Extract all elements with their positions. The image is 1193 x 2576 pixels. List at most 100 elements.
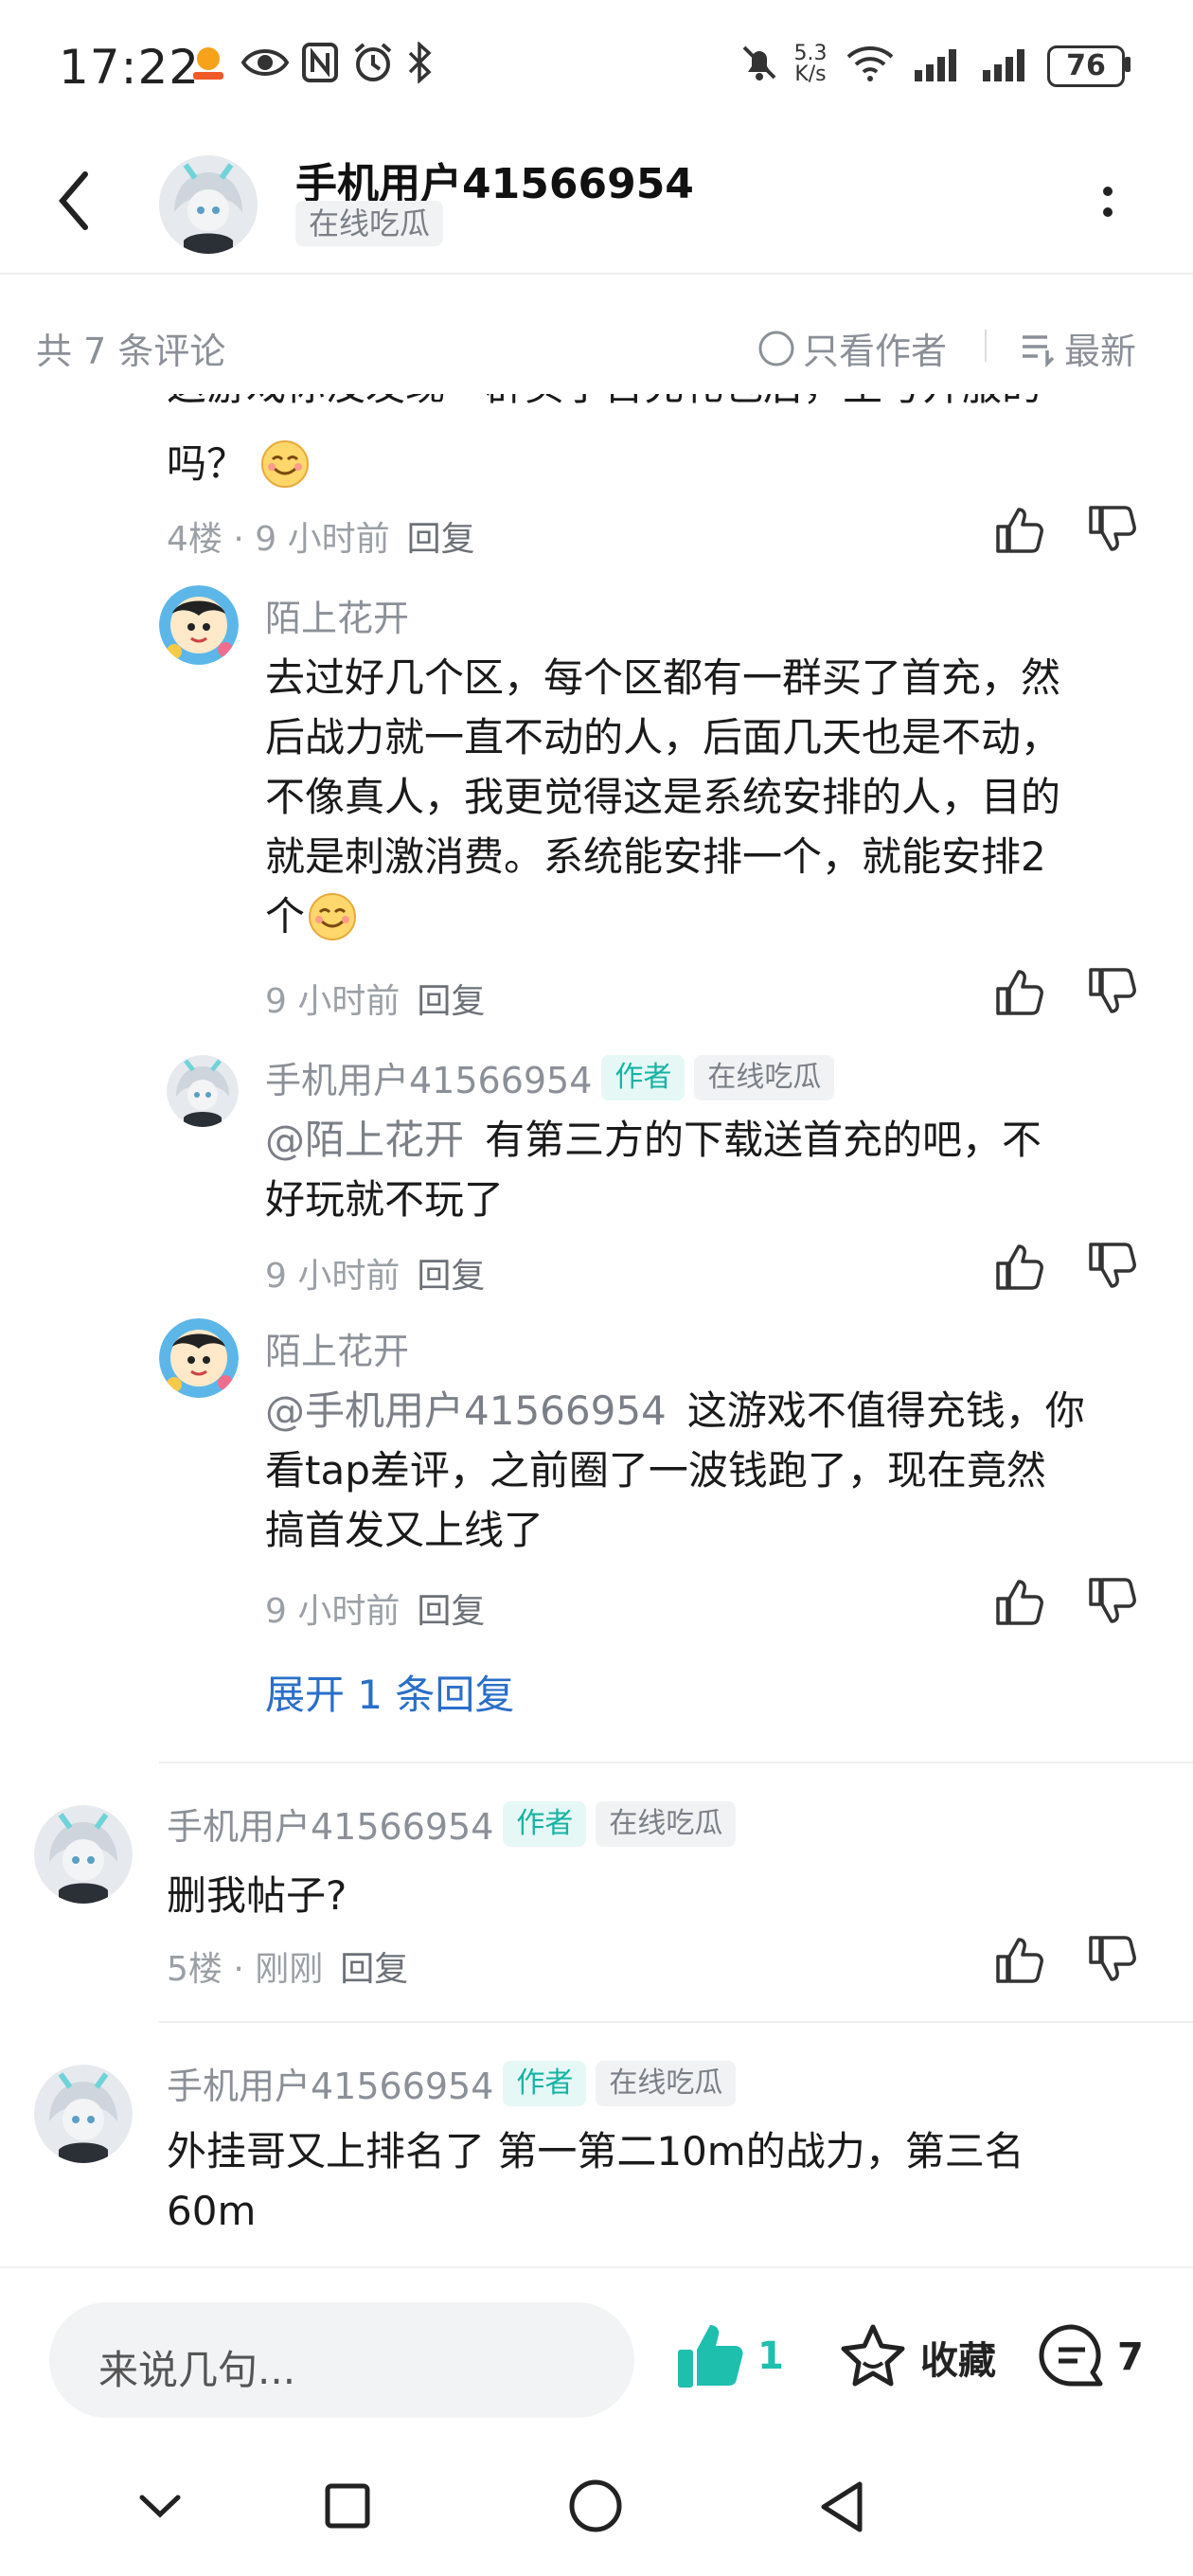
author-badge: 作者 <box>601 1054 686 1100</box>
triangle-back-icon <box>821 2481 863 2532</box>
thumb-up-icon <box>996 970 1043 1015</box>
dislike-button[interactable] <box>1087 504 1138 559</box>
comment-author-row: 手机用户41566954 作者 在线吃瓜 <box>167 2057 737 2109</box>
comment-avatar[interactable] <box>34 1805 133 1904</box>
battery-indicator: 76 <box>1047 45 1125 87</box>
net-speed-unit: K/s <box>794 63 827 86</box>
reply-text-last-line: 个 <box>265 886 1155 946</box>
nav-recents-button[interactable] <box>324 2482 371 2533</box>
nav-home-button[interactable] <box>568 2478 623 2537</box>
like-button[interactable] <box>994 1241 1045 1296</box>
reply-author-name[interactable]: 手机用户41566954 <box>265 1051 592 1103</box>
comment-input-placeholder: 来说几句... <box>98 2347 296 2393</box>
reply-text: 去过好几个区，每个区都有一群买了首充，然 后战力就一直不动的人，后面几天也是不动… <box>265 648 1155 946</box>
reply-text: @手机用户41566954 这游戏不值得充钱，你 看tap差评，之前圈了一波钱跑了… <box>265 1381 1155 1560</box>
like-button[interactable] <box>994 966 1045 1021</box>
back-button[interactable] <box>55 170 93 235</box>
reply-meta: 9 小时前 回复 <box>265 974 485 1023</box>
thumb-down-icon <box>1089 1578 1136 1623</box>
reply-avatar[interactable] <box>159 585 239 665</box>
status-bar: 17:22 5.3 K/s 76 <box>0 0 1193 133</box>
alarm-icon <box>352 42 394 87</box>
thumb-up-icon <box>996 1938 1043 1983</box>
comment-icon <box>1039 2324 1103 2387</box>
dislike-button[interactable] <box>1087 1934 1138 1989</box>
expand-replies-link[interactable]: 展开 1 条回复 <box>265 1663 514 1721</box>
reply-button[interactable]: 回复 <box>340 1950 408 1989</box>
star-icon <box>841 2324 905 2387</box>
comment-text: 删我帖子? <box>167 1872 347 1919</box>
reply-text-line: 看tap差评，之前圈了一波钱跑了，现在竟然 <box>265 1447 1046 1494</box>
reply-button[interactable]: 回复 <box>417 1592 485 1631</box>
thumb-down-icon <box>1089 1936 1136 1981</box>
mute-bell-icon <box>739 42 780 87</box>
bluetooth-icon <box>405 41 434 87</box>
reply-time: 9 小时前 <box>265 982 401 1021</box>
thumb-up-icon <box>996 1244 1043 1290</box>
post-like-button[interactable]: 1 <box>674 2319 784 2393</box>
mention-link[interactable]: @陌上花开 <box>265 1117 464 1163</box>
reply-author-name[interactable]: 陌上花开 <box>265 589 409 641</box>
user-tag: 在线吃瓜 <box>694 1054 835 1100</box>
dislike-button[interactable] <box>1087 966 1138 1021</box>
reply-text-line: 就是刺激消费。系统能安排一个，就能安排2 <box>265 833 1046 880</box>
reply-text-line: 个 <box>265 893 306 939</box>
reply-text-line: 后战力就一直不动的人，后面几天也是不动， <box>265 714 1061 760</box>
comment-6: 手机用户41566954 作者 在线吃瓜 外挂哥又上排名了 第一第二10m的战力… <box>0 2023 1193 2265</box>
dislike-button[interactable] <box>1087 1576 1138 1631</box>
nav-down-button[interactable] <box>138 2492 182 2524</box>
comment-text-line: 吗？ <box>167 440 247 487</box>
author-badge: 作者 <box>503 1800 587 1847</box>
like-button[interactable] <box>994 504 1045 559</box>
signal-icon-2 <box>981 42 1034 87</box>
mention-link[interactable]: @手机用户41566954 <box>265 1387 667 1434</box>
favorite-button[interactable]: 收藏 <box>837 2321 996 2393</box>
sort-icon <box>1023 334 1055 367</box>
reply-button[interactable]: 回复 <box>417 1257 485 1296</box>
back-icon <box>59 171 88 230</box>
only-author-toggle[interactable]: 只看作者 <box>757 322 947 374</box>
comment-time: 刚刚 <box>255 1950 324 1989</box>
reply-text-line: 有第三方的下载送首充的吧，不 <box>485 1117 1042 1163</box>
reply-author-name[interactable]: 陌上花开 <box>265 1322 409 1374</box>
nfc-icon <box>301 42 339 87</box>
comment-text: 外挂哥又上排名了 第一第二10m的战力，第三名 60m <box>167 2121 1170 2241</box>
filter-divider <box>985 330 987 362</box>
sort-toggle[interactable]: 最新 <box>1019 322 1136 374</box>
reply-time: 9 小时前 <box>265 1592 401 1631</box>
net-speed-value: 5.3 <box>793 42 828 65</box>
reply-button[interactable]: 回复 <box>407 520 475 559</box>
reply-button[interactable]: 回复 <box>417 982 485 1021</box>
reply-text-line: 搞首发又上线了 <box>265 1507 544 1553</box>
comments-button[interactable]: 7 <box>1036 2321 1144 2393</box>
comment-author-name[interactable]: 手机用户41566954 <box>167 1798 493 1850</box>
comment-text-line: 60m <box>167 2188 257 2234</box>
comment-author-name[interactable]: 手机用户41566954 <box>167 2057 493 2109</box>
floor-number: 5楼 <box>167 1950 223 1989</box>
system-nav-bar <box>0 2446 1193 2576</box>
favorite-label: 收藏 <box>920 2339 996 2383</box>
comment-input[interactable]: 来说几句... <box>49 2302 634 2418</box>
nav-back-button[interactable] <box>818 2480 867 2537</box>
more-button[interactable] <box>1098 182 1117 227</box>
comment-text-line: 外挂哥又上排名了 第一第二10m的战力，第三名 <box>167 2128 1024 2174</box>
post-header: 手机用户41566954 在线吃瓜 <box>0 133 1193 275</box>
comment-time: 9 小时前 <box>255 520 390 559</box>
reply-avatar[interactable] <box>159 1318 239 1398</box>
author-badge: 作者 <box>503 2060 587 2106</box>
comment-count-badge: 7 <box>1117 2335 1144 2379</box>
reply-time: 9 小时前 <box>265 1257 401 1296</box>
comment-avatar[interactable] <box>34 2065 133 2163</box>
reply-meta: 9 小时前 回复 <box>265 1583 485 1633</box>
reply-avatar[interactable] <box>167 1055 239 1127</box>
like-button[interactable] <box>994 1576 1045 1631</box>
comment-meta: 5楼 · 刚刚 回复 <box>167 1950 409 1989</box>
only-author-label: 只看作者 <box>803 331 948 372</box>
comment-5: 手机用户41566954 作者 在线吃瓜 删我帖子? 5楼 · 刚刚 回复 <box>0 1763 1193 2019</box>
square-icon <box>325 2483 370 2529</box>
eye-icon <box>240 42 290 87</box>
sort-label: 最新 <box>1064 331 1137 372</box>
like-button[interactable] <box>994 1934 1045 1989</box>
dislike-button[interactable] <box>1087 1241 1138 1296</box>
author-avatar[interactable] <box>159 155 258 254</box>
